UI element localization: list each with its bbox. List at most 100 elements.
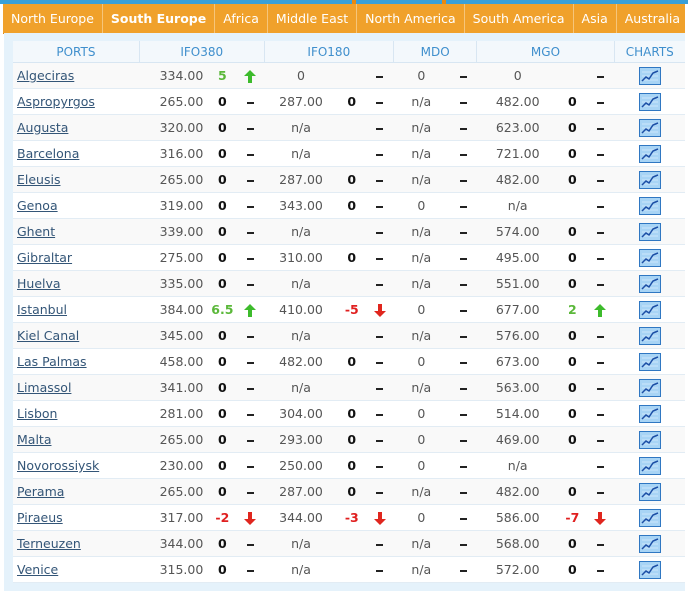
port-cell: Terneuzen [13,530,140,557]
ifo380-price: 320.00 [139,114,209,141]
port-link[interactable]: Malta [17,432,51,447]
mgo-price: 469.00 [476,426,559,453]
chart-cell [614,322,685,349]
line-chart-icon[interactable] [638,196,661,215]
tab-middle-east[interactable]: Middle East [268,4,358,33]
table-row: Venice 315.00 0 n/a n/a 572.00 0 [13,556,685,583]
mgo-change: 2 [558,296,587,323]
tab-africa[interactable]: Africa [215,4,268,33]
mgo-change [558,192,587,219]
ifo380-change: 0 [208,192,237,219]
table-row: Eleusis 265.00 0 287.00 0 n/a 482.00 0 [13,166,685,193]
port-link[interactable]: Lisbon [17,406,57,421]
table-row: Terneuzen 344.00 0 n/a n/a 568.00 0 [13,530,685,557]
line-chart-icon[interactable] [638,352,661,371]
dash-icon [236,140,265,167]
dash-icon [586,218,615,245]
mdo-price: n/a [393,556,450,583]
port-link[interactable]: Novorossiysk [17,458,99,473]
dash-icon [365,530,394,557]
ifo180-price: n/a [264,530,338,557]
green-up-arrow-icon [236,62,265,89]
mdo-header: MDO [393,41,478,63]
ifo180-change: 0 [337,88,366,115]
chart-cell [614,114,685,141]
table-header-row: PORTS IFO380 IFO180 MDO MGO CHARTS [13,41,685,63]
ifo180-price: n/a [264,140,338,167]
ifo380-price: 275.00 [139,244,209,271]
tab-north-europe[interactable]: North Europe [3,4,103,33]
dash-icon [586,114,615,141]
tab-australia[interactable]: Australia [617,4,688,33]
line-chart-icon[interactable] [638,326,661,345]
chart-cell [614,166,685,193]
port-link[interactable]: Huelva [17,276,61,291]
port-link[interactable]: Gibraltar [17,250,72,265]
tab-south-america[interactable]: South America [465,4,574,33]
dash-icon [586,88,615,115]
line-chart-icon[interactable] [638,92,661,111]
line-chart-icon[interactable] [638,248,661,267]
dash-icon [586,140,615,167]
mdo-price: 0 [393,400,450,427]
charts-header: CHARTS [614,41,685,63]
port-link[interactable]: Istanbul [17,302,67,317]
line-chart-icon[interactable] [638,144,661,163]
mgo-price: 721.00 [476,140,559,167]
line-chart-icon[interactable] [638,430,661,449]
ifo380-change: 0 [208,166,237,193]
port-link[interactable]: Genoa [17,198,58,213]
ifo180-price: 250.00 [264,452,338,479]
tab-asia[interactable]: Asia [574,4,617,33]
red-down-arrow-icon [365,296,394,323]
ifo180-change [337,218,366,245]
port-link[interactable]: Venice [17,562,58,577]
line-chart-icon[interactable] [638,170,661,189]
red-down-arrow-icon [365,504,394,531]
table-row: Algeciras 334.00 5 0 0 0 [13,62,685,89]
table-row: Ghent 339.00 0 n/a n/a 574.00 0 [13,218,685,245]
mgo-price: 673.00 [476,348,559,375]
port-link[interactable]: Piraeus [17,510,63,525]
port-link[interactable]: Eleusis [17,172,60,187]
tab-north-america[interactable]: North America [357,4,465,33]
port-link[interactable]: Augusta [17,120,68,135]
table-row: Istanbul 384.00 6.5 410.00 -5 0 677.00 2 [13,296,685,323]
dash-icon [236,452,265,479]
port-link[interactable]: Aspropyrgos [17,94,95,109]
tab-south-europe[interactable]: South Europe [103,4,216,33]
line-chart-icon[interactable] [638,66,661,85]
ifo380-price: 265.00 [139,88,209,115]
green-up-arrow-icon [236,296,265,323]
port-link[interactable]: Algeciras [17,68,74,83]
line-chart-icon[interactable] [638,378,661,397]
port-cell: Eleusis [13,166,140,193]
port-link[interactable]: Las Palmas [17,354,87,369]
port-link[interactable]: Terneuzen [17,536,81,551]
port-link[interactable]: Kiel Canal [17,328,79,343]
port-link[interactable]: Barcelona [17,146,79,161]
dash-icon [365,556,394,583]
ifo180-price: n/a [264,270,338,297]
ifo180-change: 0 [337,400,366,427]
ifo380-change: 0 [208,400,237,427]
dash-icon [236,270,265,297]
port-link[interactable]: Ghent [17,224,55,239]
dash-icon [236,348,265,375]
mgo-change [558,452,587,479]
line-chart-icon[interactable] [638,560,661,579]
line-chart-icon[interactable] [638,300,661,319]
ifo180-price: n/a [264,322,338,349]
ports-header: PORTS [13,41,140,63]
line-chart-icon[interactable] [638,508,661,527]
line-chart-icon[interactable] [638,274,661,293]
port-link[interactable]: Limassol [17,380,71,395]
line-chart-icon[interactable] [638,482,661,501]
line-chart-icon[interactable] [638,456,661,475]
line-chart-icon[interactable] [638,222,661,241]
line-chart-icon[interactable] [638,118,661,137]
line-chart-icon[interactable] [638,404,661,423]
mgo-price: 563.00 [476,374,559,401]
line-chart-icon[interactable] [638,534,661,553]
port-link[interactable]: Perama [17,484,64,499]
